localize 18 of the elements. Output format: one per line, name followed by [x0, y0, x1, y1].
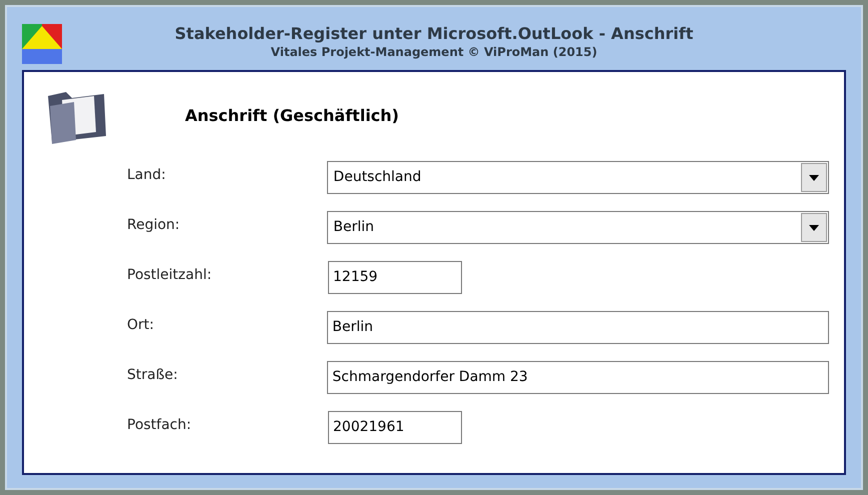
- field-label: Ort:: [127, 316, 155, 335]
- dropdown-field[interactable]: Deutschland: [327, 161, 829, 194]
- input-field[interactable]: Berlin: [327, 311, 829, 344]
- input-field[interactable]: 12159: [328, 261, 462, 294]
- input-field[interactable]: 20021961: [328, 411, 462, 444]
- field-label: Land:: [127, 166, 167, 185]
- field-label: Postleitzahl:: [127, 266, 213, 285]
- window-subtitle: Vitales Projekt-Management © ViProMan (2015): [270, 44, 598, 60]
- field-label: Postfach:: [127, 416, 192, 435]
- section-title: Anschrift (Geschäftlich): [185, 105, 399, 127]
- dropdown-field[interactable]: Berlin: [327, 211, 829, 244]
- field-label: Straße:: [127, 366, 179, 385]
- window-title: Stakeholder-Register unter Microsoft.OutLook - Anschrift: [174, 24, 694, 44]
- field-label: Region:: [127, 216, 181, 235]
- input-field[interactable]: Schmargendorfer Damm 23: [327, 361, 829, 394]
- caret-icon: [809, 224, 819, 230]
- caret-icon: [809, 174, 819, 180]
- app-logo-icon: [22, 24, 62, 64]
